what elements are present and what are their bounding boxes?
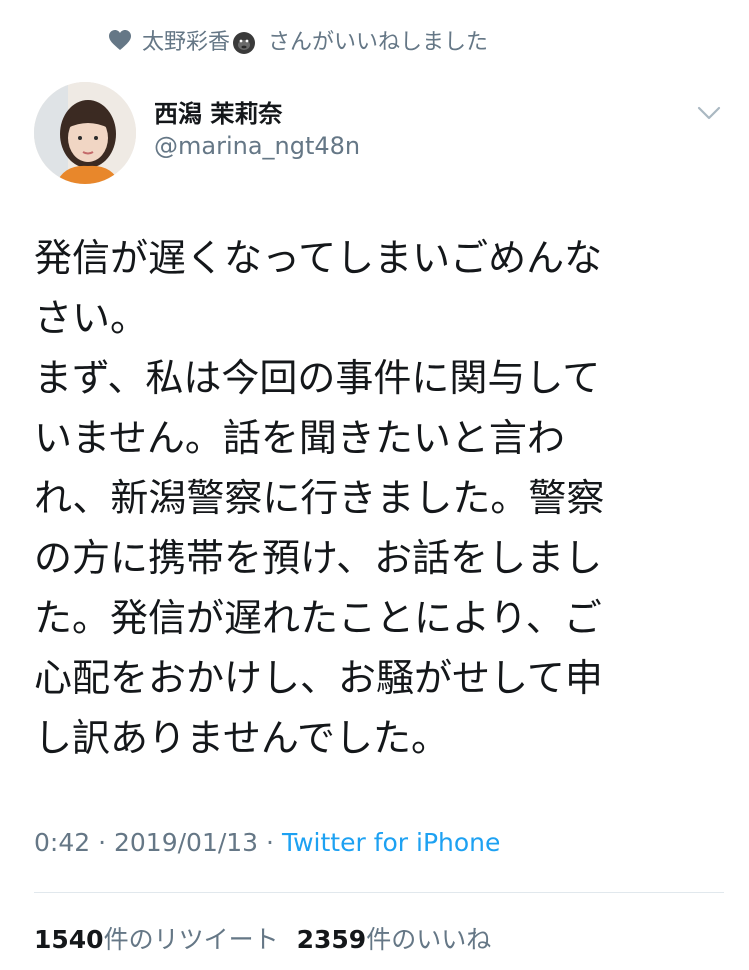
heart-icon [109, 30, 131, 50]
social-context-suffix: さんがいいねしました [268, 30, 489, 55]
author-display-name[interactable]: 西潟 茉莉奈 [154, 94, 282, 129]
tweet-time: 0:42 [34, 828, 91, 857]
meta-separator: · [98, 828, 107, 857]
tweet-line: た。発信が遅れたことにより、ご [34, 596, 602, 640]
tweet-line: 心配をおかけし、お騒がせして申 [34, 656, 603, 700]
gorilla-emoji-icon [233, 31, 256, 54]
tweet-stats: 1540件のリツイート 2359件のいいね [34, 920, 491, 956]
likes-stat[interactable]: 2359件のいいね [297, 925, 492, 954]
divider [34, 892, 724, 893]
retweets-stat[interactable]: 1540件のリツイート [34, 925, 279, 954]
tweet-source-link[interactable]: Twitter for iPhone [282, 828, 500, 857]
retweet-count: 1540 [34, 925, 104, 954]
avatar[interactable] [34, 82, 136, 184]
tweet-meta: 0:42 · 2019/01/13 · Twitter for iPhone [34, 828, 500, 857]
tweet-line: の方に携帯を預け、お話をしまし [34, 536, 603, 580]
liker-name[interactable]: 太野彩香 [142, 24, 258, 57]
tweet-date: 2019/01/13 [114, 828, 259, 857]
like-label: 件のいいね [366, 925, 492, 954]
tweet-line: し訳ありませんでした。 [34, 716, 449, 760]
retweet-label: 件のリツイート [103, 925, 279, 954]
avatar-photo [34, 82, 136, 184]
author-handle[interactable]: @marina_ngt48n [154, 132, 360, 160]
tweet-text: 発信が遅くなってしまいごめんな さい。 まず、私は今回の事件に関与して いません… [34, 228, 724, 768]
chevron-down-icon[interactable] [696, 104, 722, 122]
tweet-line: まず、私は今回の事件に関与して [34, 356, 601, 400]
meta-separator: · [266, 828, 274, 857]
tweet-line: さい。 [34, 296, 149, 340]
like-count: 2359 [296, 925, 367, 954]
tweet-line: れ、新潟警察に行きました。警察 [34, 476, 605, 520]
tweet-line: いません。話を聞きたいと言わ [34, 416, 565, 460]
social-context: 太野彩香 さんがいいねしました [108, 24, 488, 56]
tweet-line: 発信が遅くなってしまいごめんな [34, 236, 603, 280]
